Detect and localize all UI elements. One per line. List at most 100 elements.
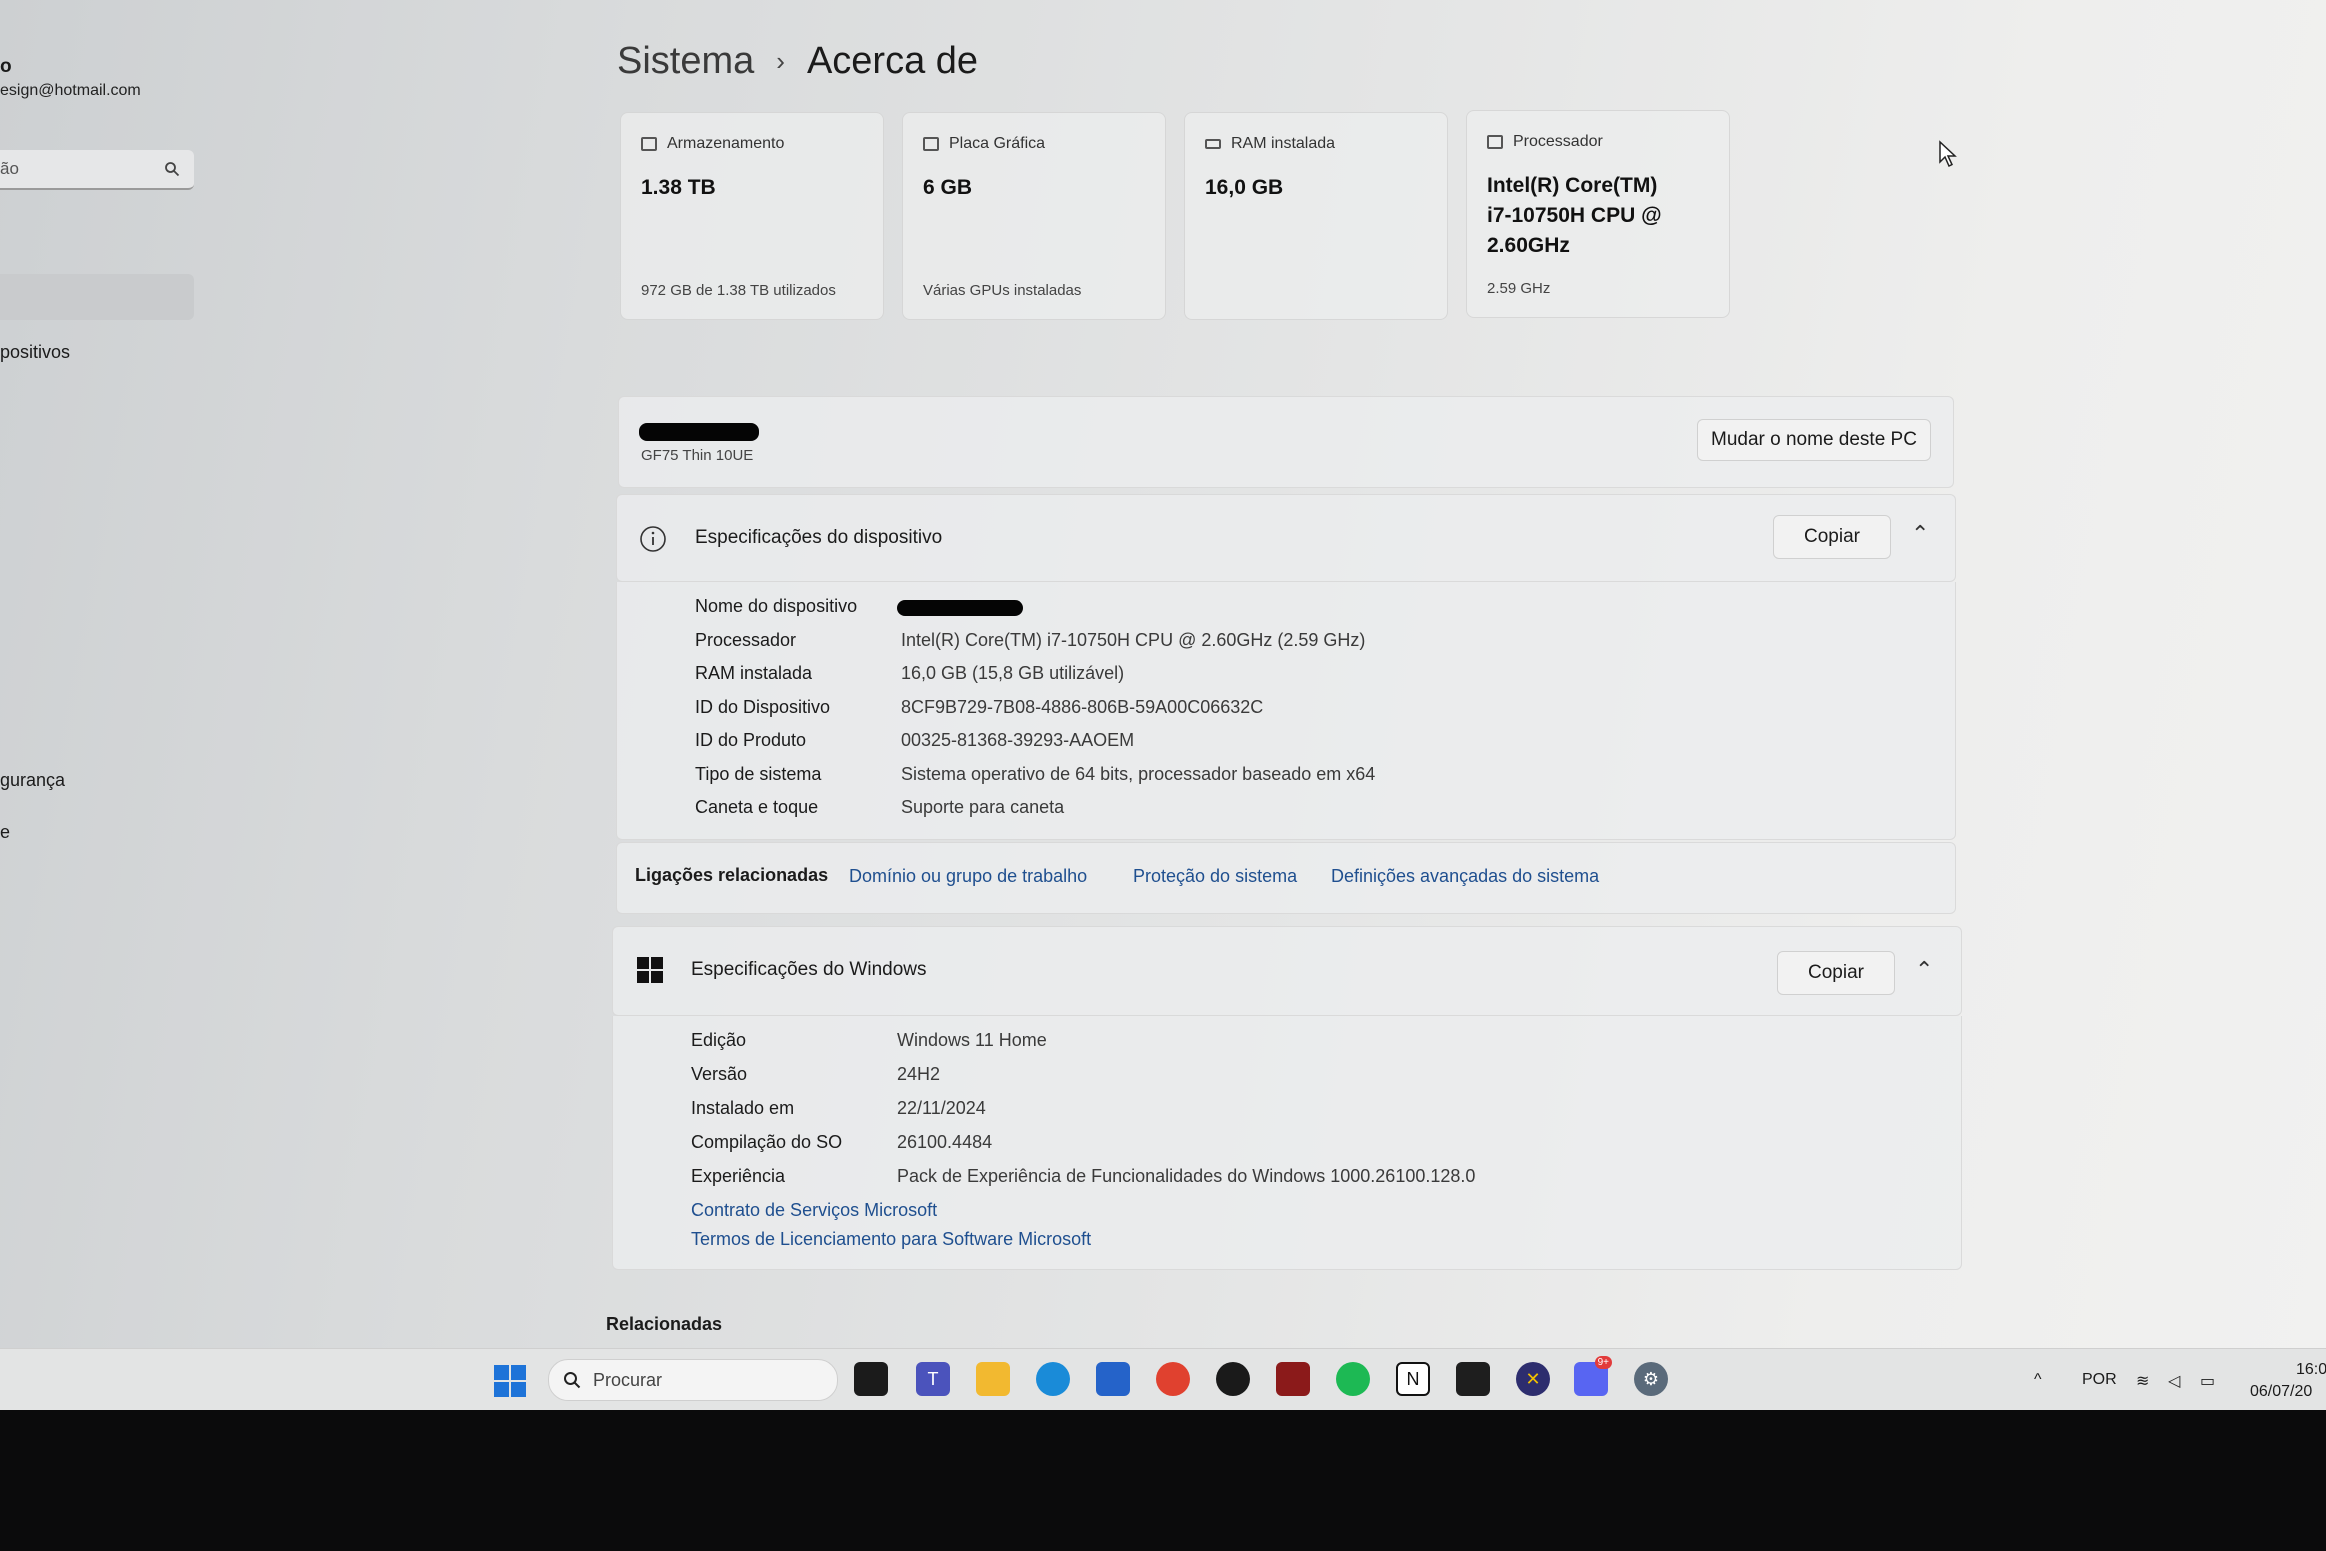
spec-label: Compilação do SO xyxy=(691,1132,843,1152)
spec-label: RAM instalada xyxy=(695,663,813,683)
windows-logo-icon xyxy=(637,957,663,983)
taskbar: Procurar T N ✕ 9+ ⚙ ^ POR ≋ ◁ ▭ 16:0 06/… xyxy=(0,1348,2326,1410)
device-specs-body: Nome do dispositivo Processador Intel(R)… xyxy=(616,582,1956,840)
related-links-bar: Ligações relacionadas Domínio ou grupo d… xyxy=(616,842,1956,914)
chevron-up-icon[interactable]: ⌃ xyxy=(1915,957,1933,983)
spec-label: Tipo de sistema xyxy=(695,764,822,784)
card-subtext: 2.59 GHz xyxy=(1487,280,1551,297)
discord-badge: 9+ xyxy=(1594,1356,1612,1369)
card-title: Placa Gráfica xyxy=(949,135,1046,152)
spec-value: 00325-81368-39293-AAOEM xyxy=(901,730,1135,750)
volume-icon[interactable]: ◁ xyxy=(2168,1371,2180,1391)
spec-value: 22/11/2024 xyxy=(897,1098,986,1118)
breadcrumb-root[interactable]: Sistema xyxy=(617,40,754,83)
battery-icon[interactable]: ▭ xyxy=(2200,1371,2215,1391)
clock-date[interactable]: 06/07/20 xyxy=(2250,1383,2312,1401)
spec-value: Sistema operativo de 64 bits, processado… xyxy=(901,764,1376,784)
spec-label: Experiência xyxy=(691,1166,786,1186)
spec-label: Nome do dispositivo xyxy=(695,596,858,616)
pc-name-panel: GF75 Thin 10UE Mudar o nome deste PC xyxy=(618,396,1954,488)
link-domain-workgroup[interactable]: Domínio ou grupo de trabalho xyxy=(849,866,1087,887)
link-system-protection[interactable]: Proteção do sistema xyxy=(1133,866,1297,887)
copy-device-specs-button[interactable]: Copiar xyxy=(1773,515,1891,559)
windows-specs-body: Edição Windows 11 Home Versão 24H2 Insta… xyxy=(612,1016,1962,1270)
storage-icon xyxy=(641,137,657,151)
xbox-icon[interactable]: ✕ xyxy=(1516,1362,1550,1396)
spec-value: 8CF9B729-7B08-4886-806B-59A00C06632C xyxy=(901,697,1264,717)
wifi-icon[interactable]: ≋ xyxy=(2136,1371,2149,1391)
taskbar-search-input[interactable]: Procurar xyxy=(548,1359,838,1401)
edge-icon[interactable] xyxy=(1036,1362,1070,1396)
pc-model: GF75 Thin 10UE xyxy=(641,447,754,464)
breadcrumb: Sistema › Acerca de xyxy=(617,40,978,83)
sidebar-search-input[interactable]: ão xyxy=(0,150,194,190)
spotify-icon[interactable] xyxy=(1336,1362,1370,1396)
copy-windows-specs-button[interactable]: Copiar xyxy=(1777,951,1895,995)
spec-value: Suporte para caneta xyxy=(901,797,1065,817)
security-app-icon[interactable] xyxy=(1216,1362,1250,1396)
card-subtext: 972 GB de 1.38 TB utilizados xyxy=(641,282,836,299)
figma-icon[interactable] xyxy=(1456,1362,1490,1396)
spec-label: Edição xyxy=(691,1030,747,1050)
file-explorer-icon[interactable] xyxy=(976,1362,1010,1396)
link-microsoft-software-license[interactable]: Termos de Licenciamento para Software Mi… xyxy=(691,1229,1091,1250)
link-microsoft-services-agreement[interactable]: Contrato de Serviços Microsoft xyxy=(691,1200,937,1221)
task-view-icon[interactable] xyxy=(854,1362,888,1396)
sidebar-item-devices[interactable]: positivos xyxy=(0,342,70,363)
card-title: RAM instalada xyxy=(1231,135,1336,152)
show-hidden-icons-chevron-icon[interactable]: ^ xyxy=(2034,1371,2042,1389)
discord-icon[interactable]: 9+ xyxy=(1574,1356,1612,1396)
windows-specs-header[interactable]: Especificações do Windows Copiar ⌃ xyxy=(612,926,1962,1016)
spec-value: 16,0 GB (15,8 GB utilizável) xyxy=(901,663,1125,683)
spec-value: Windows 11 Home xyxy=(897,1030,1047,1050)
related-links-label: Ligações relacionadas xyxy=(635,865,829,885)
search-icon xyxy=(165,162,180,177)
redacted-pc-name xyxy=(639,423,759,441)
info-icon xyxy=(640,526,666,552)
language-indicator[interactable]: POR xyxy=(2082,1371,2117,1389)
spec-value: Intel(R) Core(TM) i7-10750H CPU @ 2.60GH… xyxy=(901,630,1366,650)
sidebar-user-email: esign@hotmail.com xyxy=(0,82,141,99)
card-value: 6 GB xyxy=(923,176,973,199)
clock-time[interactable]: 16:0 xyxy=(2296,1361,2326,1379)
spec-value: 26100.4484 xyxy=(897,1132,993,1152)
microsoft-store-icon[interactable] xyxy=(1096,1362,1130,1396)
taskbar-search-placeholder: Procurar xyxy=(593,1369,663,1390)
settings-gear-icon[interactable]: ⚙ xyxy=(1634,1362,1668,1396)
spec-label: Versão xyxy=(691,1064,748,1084)
spec-label: Caneta e toque xyxy=(695,797,819,817)
ram-icon xyxy=(1205,139,1221,149)
card-value: 16,0 GB xyxy=(1205,176,1284,199)
card-title: Processador xyxy=(1513,133,1603,150)
link-advanced-system-settings[interactable]: Definições avançadas do sistema xyxy=(1331,866,1599,887)
chrome-icon[interactable] xyxy=(1156,1362,1190,1396)
search-icon xyxy=(564,1372,581,1389)
sidebar-item-security[interactable]: gurança xyxy=(0,770,65,791)
mouse-cursor-icon xyxy=(1939,140,1957,168)
sidebar-search-text: ão xyxy=(0,159,19,178)
spec-label: ID do Produto xyxy=(695,730,807,750)
card-graphics[interactable]: Placa Gráfica 6 GB Várias GPUs instalada… xyxy=(902,112,1166,320)
card-ram[interactable]: RAM instalada 16,0 GB xyxy=(1184,112,1448,320)
rename-pc-button[interactable]: Mudar o nome deste PC xyxy=(1697,419,1931,461)
related-section-heading: Relacionadas xyxy=(606,1314,723,1334)
card-processor[interactable]: Processador Intel(R) Core(TM) i7-10750H … xyxy=(1466,110,1730,318)
notion-icon[interactable]: N xyxy=(1396,1362,1430,1396)
device-specs-header[interactable]: Especificações do dispositivo Copiar ⌃ xyxy=(616,494,1956,582)
spec-label: Instalado em xyxy=(691,1098,795,1118)
settings-window: o esign@hotmail.com ão positivos gurança… xyxy=(0,0,2326,1410)
card-value: Intel(R) Core(TM) i7-10750H CPU @ 2.60GH… xyxy=(1487,174,1662,257)
game-app-icon[interactable] xyxy=(1276,1362,1310,1396)
chevron-up-icon[interactable]: ⌃ xyxy=(1911,521,1929,547)
page-title: Acerca de xyxy=(806,40,979,82)
card-subtext: Várias GPUs instaladas xyxy=(923,282,1082,299)
spec-label: Processador xyxy=(695,630,797,650)
card-title: Armazenamento xyxy=(667,135,785,152)
teams-icon[interactable]: T xyxy=(916,1362,950,1396)
sidebar-item-other[interactable]: e xyxy=(0,822,10,843)
sidebar-item-selected[interactable] xyxy=(0,274,194,320)
start-windows-icon[interactable] xyxy=(494,1365,526,1397)
processor-icon xyxy=(1487,135,1503,149)
card-storage[interactable]: Armazenamento 1.38 TB 972 GB de 1.38 TB … xyxy=(620,112,884,320)
device-specs-title: Especificações do dispositivo xyxy=(695,527,943,548)
